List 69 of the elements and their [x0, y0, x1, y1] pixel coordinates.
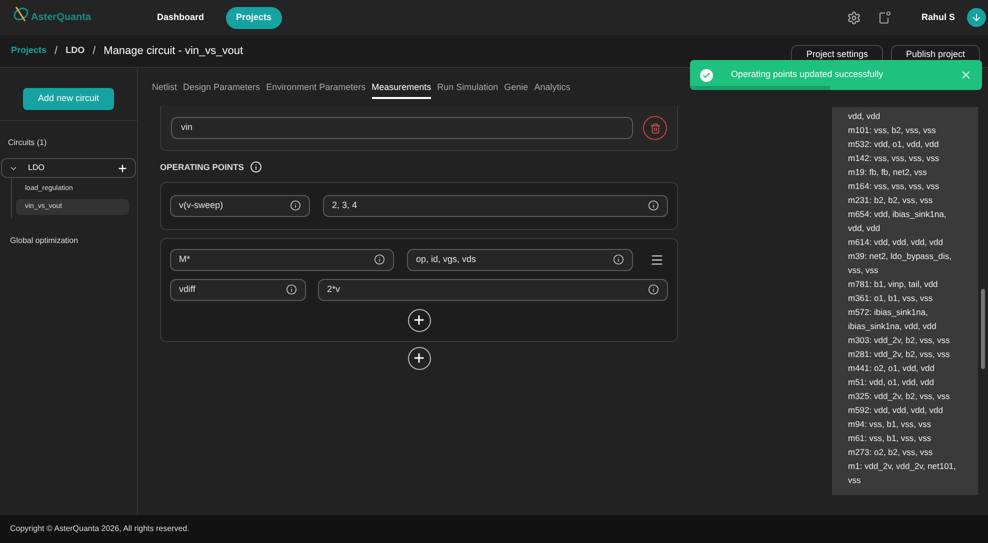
sweep-name-field[interactable]: v(v-sweep): [170, 194, 310, 217]
add-button[interactable]: [408, 346, 430, 370]
netlist-line: m61: vss, b1, vss, vss: [848, 432, 932, 445]
netlist-line: m101: vss, b2, vss, vss: [848, 124, 937, 137]
info-icon[interactable]: [648, 200, 659, 212]
netlist-line: m94: vss, b1, vss, vss: [848, 418, 932, 431]
tab[interactable]: Run Simulation: [437, 80, 498, 99]
user-name[interactable]: Rahul S: [921, 10, 955, 24]
tab[interactable]: Design Parameters: [183, 80, 260, 99]
netlist-line: m231: b2, b2, vss, vss: [848, 194, 934, 207]
netlist-line: m361: o1, b1, vss, vss: [848, 292, 934, 305]
settings-icon[interactable]: [847, 10, 862, 24]
app-logo-text: AsterQuanta: [31, 11, 92, 25]
plus-icon: [412, 351, 426, 366]
netlist-line: m532: vdd, o1, vdd, vdd: [848, 138, 940, 151]
info-icon[interactable]: [613, 254, 624, 266]
netlist-line: m19: fb, fb, net2, vss: [848, 166, 928, 179]
netlist-line: m781: b1, vinp, tail, vdd: [848, 278, 939, 291]
info-icon[interactable]: [250, 161, 262, 174]
arrow-down-icon: [971, 12, 982, 23]
tab[interactable]: Genie: [504, 80, 528, 99]
circuit-group[interactable]: LDO: [1, 158, 136, 178]
tab[interactable]: Environment Parameters: [266, 80, 366, 99]
info-icon[interactable]: [648, 284, 659, 296]
breadcrumb-separator: /: [92, 44, 96, 59]
netlist-line: m281: vdd_2v, b2, vss, vss: [848, 348, 951, 361]
netlist-line: m325: vdd_2v, b2, vss, vss: [848, 390, 951, 403]
check-icon: [700, 68, 713, 82]
netlist-line: m441: o2, o1, vdd, vdd: [848, 362, 936, 375]
breadcrumb-separator: /: [54, 44, 58, 59]
section-heading: OPERATING POINTS: [160, 161, 244, 174]
circuits-heading: Circuits (1): [8, 137, 48, 149]
add-button[interactable]: [408, 308, 430, 332]
page-title: Manage circuit - vin_vs_vout: [104, 44, 244, 59]
info-icon[interactable]: [286, 284, 297, 296]
netlist-line: m1: vdd_2v, vdd_2v, net101, vss: [848, 460, 957, 487]
device-pattern-field[interactable]: M*: [170, 248, 394, 271]
global-optimization-link[interactable]: Global optimization: [10, 235, 137, 247]
input-field[interactable]: vin: [171, 117, 633, 139]
expression-name-field[interactable]: vdiff: [170, 278, 306, 301]
toast-message: Operating points updated successfully: [731, 68, 884, 82]
plus-icon: [412, 313, 426, 328]
netlist-line: m142: vss, vss, vss, vss: [848, 152, 940, 165]
info-icon[interactable]: [374, 254, 385, 266]
scrollbar-thumb[interactable]: [981, 289, 985, 369]
sweep-values-field[interactable]: 2, 3, 4: [323, 194, 668, 217]
netlist-line: m614: vdd, vdd, vdd, vdd: [848, 236, 944, 249]
breadcrumb-link[interactable]: LDO: [66, 44, 85, 58]
delete-button[interactable]: [643, 116, 667, 140]
notification-icon[interactable]: [878, 11, 892, 24]
tab[interactable]: Analytics: [534, 80, 570, 99]
plus-icon[interactable]: [117, 162, 128, 174]
info-icon[interactable]: [290, 200, 301, 212]
user-avatar[interactable]: [967, 8, 986, 27]
tab[interactable]: Measurements: [372, 80, 432, 99]
nav-link[interactable]: Dashboard: [147, 6, 214, 28]
footer-text: Copyright © AsterQuanta 2026, All rights reserved.: [10, 523, 190, 535]
menu-icon[interactable]: [650, 252, 664, 267]
parameters-field[interactable]: op, id, vgs, vds: [407, 248, 633, 271]
tab[interactable]: Netlist: [152, 80, 178, 99]
netlist-line: m164: vss, vss, vss, vss: [848, 180, 940, 193]
netlist-line: vdd, vdd: [848, 110, 882, 123]
netlist-line: m303: vdd_2v, b2, vss, vss: [848, 334, 951, 347]
netlist-line: m273: o2, b2, vss, vss: [848, 446, 934, 459]
trash-icon: [650, 122, 660, 134]
netlist-line: m51: vdd, o1, vdd, vdd: [848, 376, 935, 389]
expression-field[interactable]: 2*v: [318, 278, 668, 301]
breadcrumb-link[interactable]: Projects: [11, 44, 47, 58]
netlist-line: m592: vdd, vdd, vdd, vdd: [848, 404, 944, 417]
